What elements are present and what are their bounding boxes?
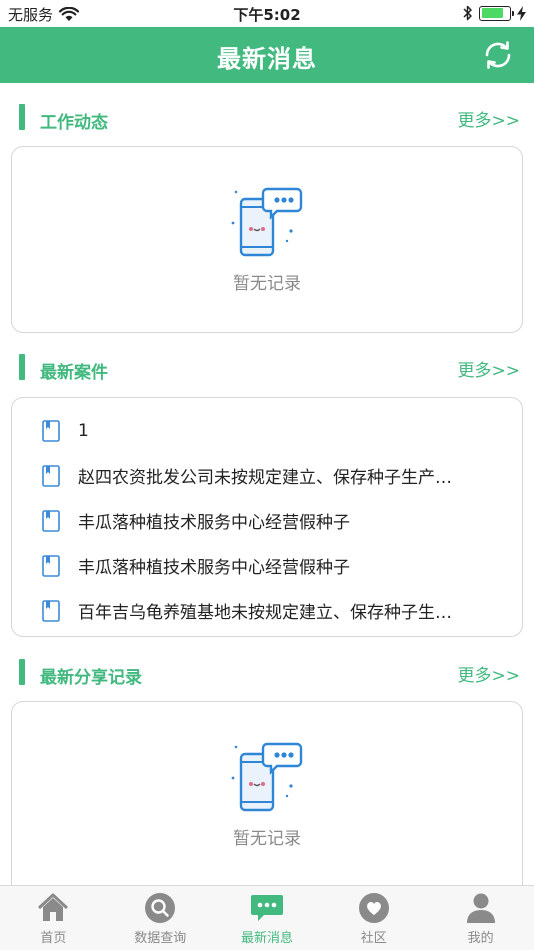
tab-latest-news[interactable]: 最新消息 [214,886,321,950]
share-empty-state: 暂无记录 [12,740,522,849]
cases-section-header: 最新案件 更多>> [0,350,534,386]
bookmark-doc-icon [42,464,60,487]
case-list-item[interactable]: 赵四农资批发公司未按规定建立、保存种子生产… [12,453,522,498]
person-icon [464,892,498,924]
share-empty-text: 暂无记录 [233,829,301,849]
refresh-button[interactable] [478,35,518,75]
page-title: 最新消息 [217,45,317,73]
cases-card: 1 赵四农资批发公司未按规定建立、保存种子生产… 丰瓜落种植技术服务中心经营假种… [11,397,523,637]
case-title: 赵四农资批发公司未按规定建立、保存种子生产… [78,468,452,488]
tab-label: 首页 [40,931,67,946]
app-header: 最新消息 [0,27,534,83]
share-section-header: 最新分享记录 更多>> [0,655,534,691]
tab-bar: 首页 数据查询 最新消息 社区 我的 [0,885,534,950]
charging-icon [517,5,526,21]
message-icon [250,892,284,924]
case-title: 丰瓜落种植技术服务中心经营假种子 [78,558,350,578]
search-icon [143,892,177,924]
case-title: 1 [78,420,89,441]
battery-icon [479,5,514,21]
refresh-icon [485,41,511,69]
empty-phone-chat-icon [231,742,303,812]
tab-label: 社区 [360,931,387,946]
tab-label: 最新消息 [240,931,293,946]
case-list-item[interactable]: 丰瓜落种植技术服务中心经营假种子 [12,498,522,543]
home-icon [36,892,70,924]
work-empty-state: 暂无记录 [12,185,522,294]
tab-mine[interactable]: 我的 [427,886,534,950]
bookmark-doc-icon [42,419,60,442]
bookmark-doc-icon [42,554,60,577]
tab-data-query[interactable]: 数据查询 [107,886,214,950]
case-title: 百年吉乌龟养殖基地未按规定建立、保存种子生… [78,603,452,623]
bluetooth-icon [463,5,472,21]
section-accent-bar [19,354,25,380]
status-time: 下午5:02 [233,6,301,24]
work-empty-text: 暂无记录 [233,274,301,294]
case-list-item[interactable]: 1 [12,408,522,453]
case-list-item[interactable]: 百年吉乌龟养殖基地未按规定建立、保存种子生… [12,588,522,633]
case-list: 1 赵四农资批发公司未按规定建立、保存种子生产… 丰瓜落种植技术服务中心经营假种… [12,398,522,633]
section-accent-bar [19,104,25,130]
work-section-title: 工作动态 [40,113,108,133]
bookmark-doc-icon [42,599,60,622]
empty-phone-chat-icon [231,187,303,257]
case-title: 丰瓜落种植技术服务中心经营假种子 [78,513,350,533]
cases-section-title: 最新案件 [40,363,108,383]
community-icon [357,892,391,924]
bookmark-doc-icon [42,509,60,532]
work-card: 暂无记录 [11,146,523,333]
case-list-item[interactable]: 丰瓜落种植技术服务中心经营假种子 [12,543,522,588]
tab-label: 我的 [467,931,494,946]
work-section-header: 工作动态 更多>> [0,100,534,136]
status-bar: 无服务 下午5:02 [0,0,534,27]
tab-label: 数据查询 [134,931,187,946]
share-card: 暂无记录 [11,701,523,901]
cases-more-link[interactable]: 更多>> [458,356,521,381]
tab-home[interactable]: 首页 [0,886,107,950]
share-section-title: 最新分享记录 [40,668,142,688]
tab-community[interactable]: 社区 [320,886,427,950]
section-accent-bar [19,659,25,685]
status-right [463,5,526,21]
work-more-link[interactable]: 更多>> [458,106,521,131]
share-more-link[interactable]: 更多>> [458,661,521,686]
